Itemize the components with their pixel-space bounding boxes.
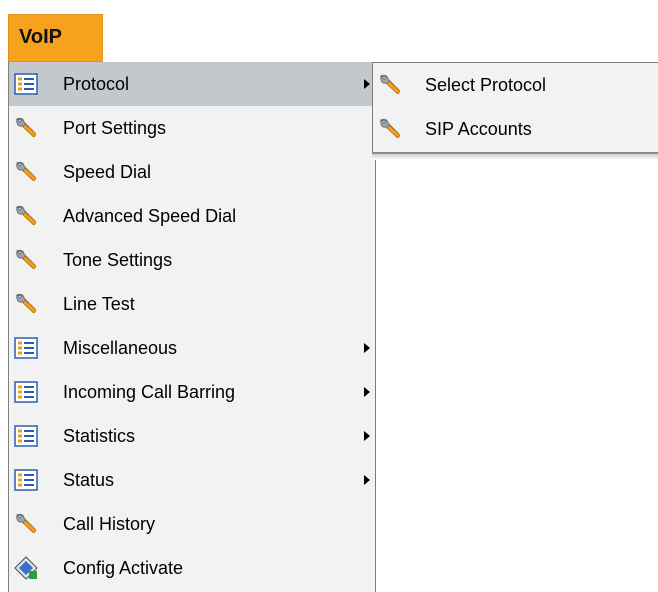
wrench-icon xyxy=(378,117,402,141)
wrench-icon xyxy=(14,248,38,272)
menu-item-label: Incoming Call Barring xyxy=(63,382,236,402)
menu-item-protocol[interactable]: Protocol xyxy=(9,62,375,106)
menu-item-label: Advanced Speed Dial xyxy=(63,206,237,226)
menu-item-label: Port Settings xyxy=(63,118,167,138)
menu-item-line-test[interactable]: Line Test xyxy=(9,282,375,326)
menu-item-incoming-call-barring[interactable]: Incoming Call Barring xyxy=(9,370,375,414)
list-icon xyxy=(14,380,38,404)
submenu-item-select-protocol[interactable]: Select Protocol xyxy=(373,63,658,107)
submenu-arrow-icon xyxy=(364,431,370,441)
menu-item-config-activate[interactable]: Config Activate xyxy=(9,546,375,590)
menu-item-tone-settings[interactable]: Tone Settings xyxy=(9,238,375,282)
submenu-arrow-icon xyxy=(364,79,370,89)
menu-item-label: Protocol xyxy=(63,74,130,94)
list-icon xyxy=(14,72,38,96)
wrench-icon xyxy=(14,160,38,184)
submenu-item-sip-accounts[interactable]: SIP Accounts xyxy=(373,107,658,151)
submenu-arrow-icon xyxy=(364,387,370,397)
menu-item-label: Tone Settings xyxy=(63,250,173,270)
wrench-icon xyxy=(14,512,38,536)
menu-item-label: Call History xyxy=(63,514,156,534)
menu-item-miscellaneous[interactable]: Miscellaneous xyxy=(9,326,375,370)
wrench-icon xyxy=(378,73,402,97)
list-icon xyxy=(14,468,38,492)
menu-item-label: Speed Dial xyxy=(63,162,152,182)
menu-item-call-history[interactable]: Call History xyxy=(9,502,375,546)
submenu-arrow-icon xyxy=(364,475,370,485)
config-activate-icon xyxy=(14,556,38,580)
wrench-icon xyxy=(14,292,38,316)
menu-item-label: SIP Accounts xyxy=(425,119,532,139)
list-icon xyxy=(14,424,38,448)
wrench-icon xyxy=(14,204,38,228)
menu-item-status[interactable]: Status xyxy=(9,458,375,502)
menu-item-label: Select Protocol xyxy=(425,75,547,95)
list-icon xyxy=(14,336,38,360)
menu-item-advanced-speed-dial[interactable]: Advanced Speed Dial xyxy=(9,194,375,238)
submenu-arrow-icon xyxy=(364,343,370,353)
menu-item-statistics[interactable]: Statistics xyxy=(9,414,375,458)
menu-item-speed-dial[interactable]: Speed Dial xyxy=(9,150,375,194)
menu-item-label: Statistics xyxy=(63,426,136,446)
menu-item-label: Miscellaneous xyxy=(63,338,178,358)
menu-item-label: Status xyxy=(63,470,115,490)
menu-item-label: Config Activate xyxy=(63,558,184,578)
menu-item-port-settings[interactable]: Port Settings xyxy=(9,106,375,150)
menu-item-label: Line Test xyxy=(63,294,135,314)
protocol-submenu: Select Protocol SIP Accounts xyxy=(372,62,658,154)
voip-tab[interactable]: VoIP xyxy=(8,14,103,62)
submenu-shadow xyxy=(372,154,658,160)
voip-main-menu: Protocol Port Settings Speed Dial Advanced … xyxy=(8,62,376,592)
wrench-icon xyxy=(14,116,38,140)
